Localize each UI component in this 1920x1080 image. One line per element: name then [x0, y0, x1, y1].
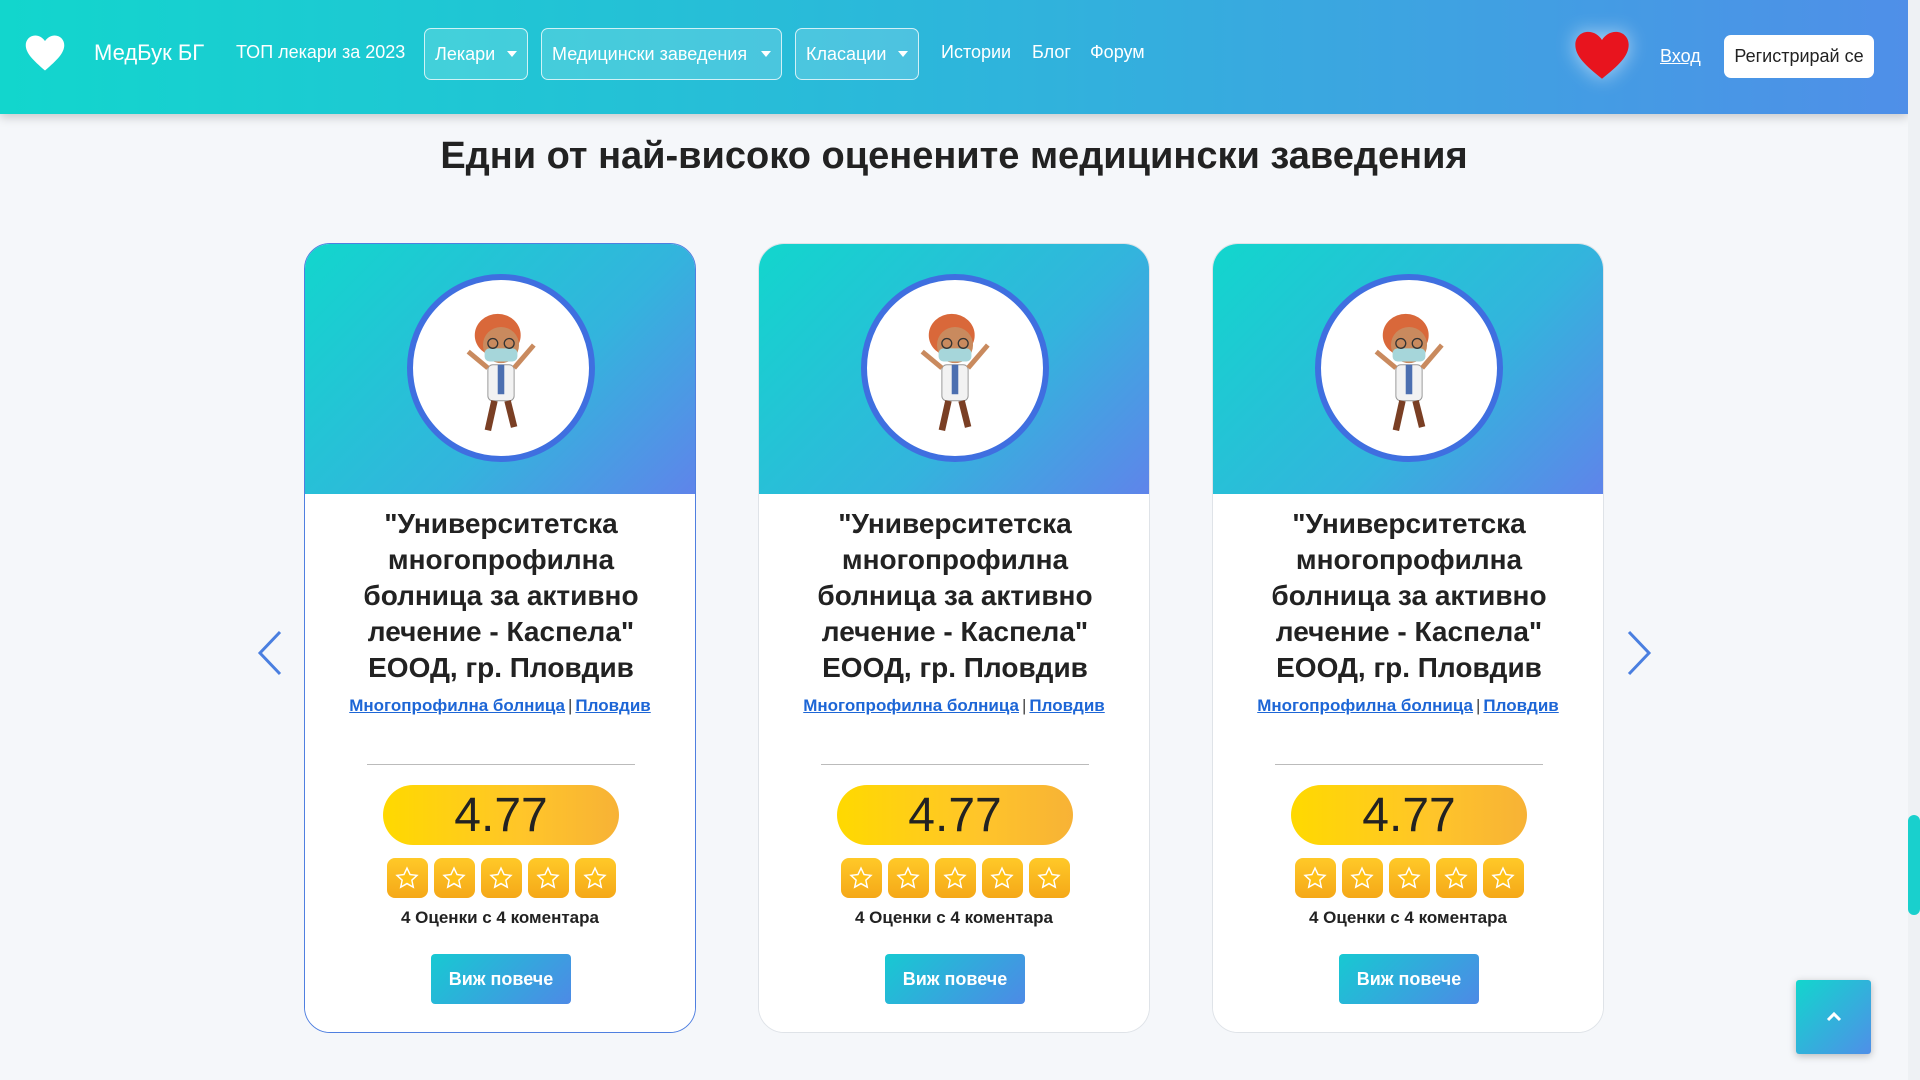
caret-down-icon: [507, 51, 517, 57]
facility-city-link[interactable]: Пловдив: [1029, 696, 1104, 715]
doctors-dropdown-label: Лекари: [435, 43, 496, 64]
divider: [821, 764, 1089, 765]
rating-score: 4.77: [383, 785, 619, 845]
star-rating: [837, 858, 1073, 898]
separator: |: [1476, 696, 1481, 715]
separator: |: [568, 696, 573, 715]
facility-name[interactable]: "Университетска многопрофилна болница за…: [789, 506, 1121, 686]
facility-tags: Многопрофилна болница | Пловдив: [759, 696, 1149, 716]
doctors-dropdown[interactable]: Лекари: [424, 28, 528, 80]
stories-link[interactable]: Истории: [941, 42, 1011, 63]
brand-name[interactable]: МедБук БГ: [94, 40, 204, 66]
caret-down-icon: [761, 51, 771, 57]
view-more-button[interactable]: Виж повече: [1339, 954, 1479, 1004]
register-button[interactable]: Регистрирай се: [1724, 35, 1874, 78]
rating-score: 4.77: [1291, 785, 1527, 845]
star-icon: [574, 858, 616, 898]
star-rating: [383, 858, 619, 898]
avatar: [1315, 274, 1503, 462]
doctor-illustration: [870, 283, 1040, 453]
divider: [1275, 764, 1543, 765]
doctor-illustration: [1324, 283, 1494, 453]
heart-icon[interactable]: [1572, 30, 1632, 80]
facilities-dropdown-label: Медицински заведения: [552, 43, 748, 64]
top-navbar: МедБук БГ ТОП лекари за 2023 Лекари Меди…: [0, 0, 1908, 114]
heart-icon[interactable]: [24, 33, 66, 73]
view-more-button[interactable]: Виж повече: [885, 954, 1025, 1004]
forum-link[interactable]: Форум: [1090, 42, 1145, 63]
facilities-dropdown[interactable]: Медицински заведения: [541, 28, 782, 80]
chevron-left-icon[interactable]: [256, 628, 286, 678]
blog-link[interactable]: Блог: [1032, 42, 1071, 63]
star-icon: [1028, 858, 1070, 898]
facility-name[interactable]: "Университетска многопрофилна болница за…: [335, 506, 667, 686]
card-header: [305, 244, 695, 494]
star-icon: [527, 858, 569, 898]
avatar: [861, 274, 1049, 462]
star-icon: [480, 858, 522, 898]
chevron-right-icon[interactable]: [1623, 628, 1653, 678]
facility-card[interactable]: "Университетска многопрофилна болница за…: [1212, 243, 1604, 1033]
card-header: [759, 244, 1149, 494]
star-icon: [1341, 858, 1383, 898]
star-icon: [386, 858, 428, 898]
reviews-count: 4 Оценки с 4 коментара: [855, 908, 1053, 927]
scroll-to-top-button[interactable]: [1796, 980, 1871, 1054]
facility-type-link[interactable]: Многопрофилна болница: [1257, 696, 1473, 715]
card-header: [1213, 244, 1603, 494]
login-link[interactable]: Вход: [1660, 46, 1701, 67]
facility-card[interactable]: "Университетска многопрофилна болница за…: [758, 243, 1150, 1033]
star-icon: [1388, 858, 1430, 898]
star-icon: [1294, 858, 1336, 898]
chevron-up-icon: [1826, 1011, 1841, 1022]
star-icon: [934, 858, 976, 898]
star-icon: [1435, 858, 1477, 898]
facility-type-link[interactable]: Многопрофилна болница: [349, 696, 565, 715]
star-icon: [840, 858, 882, 898]
star-icon: [887, 858, 929, 898]
caret-down-icon: [898, 51, 908, 57]
facility-tags: Многопрофилна болница | Пловдив: [305, 696, 695, 716]
section-title: Едни от най-високо оценените медицински …: [440, 135, 1468, 177]
doctor-illustration: [416, 283, 586, 453]
facility-name[interactable]: "Университетска многопрофилна болница за…: [1243, 506, 1575, 686]
rankings-dropdown-label: Класации: [806, 43, 887, 64]
separator: |: [1022, 696, 1027, 715]
facility-type-link[interactable]: Многопрофилна болница: [803, 696, 1019, 715]
divider: [367, 764, 635, 765]
scrollbar-thumb[interactable]: [1908, 815, 1920, 915]
star-icon: [1482, 858, 1524, 898]
star-rating: [1291, 858, 1527, 898]
facility-tags: Многопрофилна болница | Пловдив: [1213, 696, 1603, 716]
reviews-count: 4 Оценки с 4 коментара: [1309, 908, 1507, 927]
avatar: [407, 274, 595, 462]
top-doctors-link[interactable]: ТОП лекари за 2023: [236, 42, 405, 63]
view-more-button[interactable]: Виж повече: [431, 954, 571, 1004]
rankings-dropdown[interactable]: Класации: [795, 28, 919, 80]
reviews-count: 4 Оценки с 4 коментара: [401, 908, 599, 927]
scrollbar-track[interactable]: [1908, 0, 1920, 1080]
rating-score: 4.77: [837, 785, 1073, 845]
facility-card[interactable]: "Университетска многопрофилна болница за…: [304, 243, 696, 1033]
star-icon: [433, 858, 475, 898]
facility-city-link[interactable]: Пловдив: [1483, 696, 1558, 715]
star-icon: [981, 858, 1023, 898]
facility-city-link[interactable]: Пловдив: [575, 696, 650, 715]
